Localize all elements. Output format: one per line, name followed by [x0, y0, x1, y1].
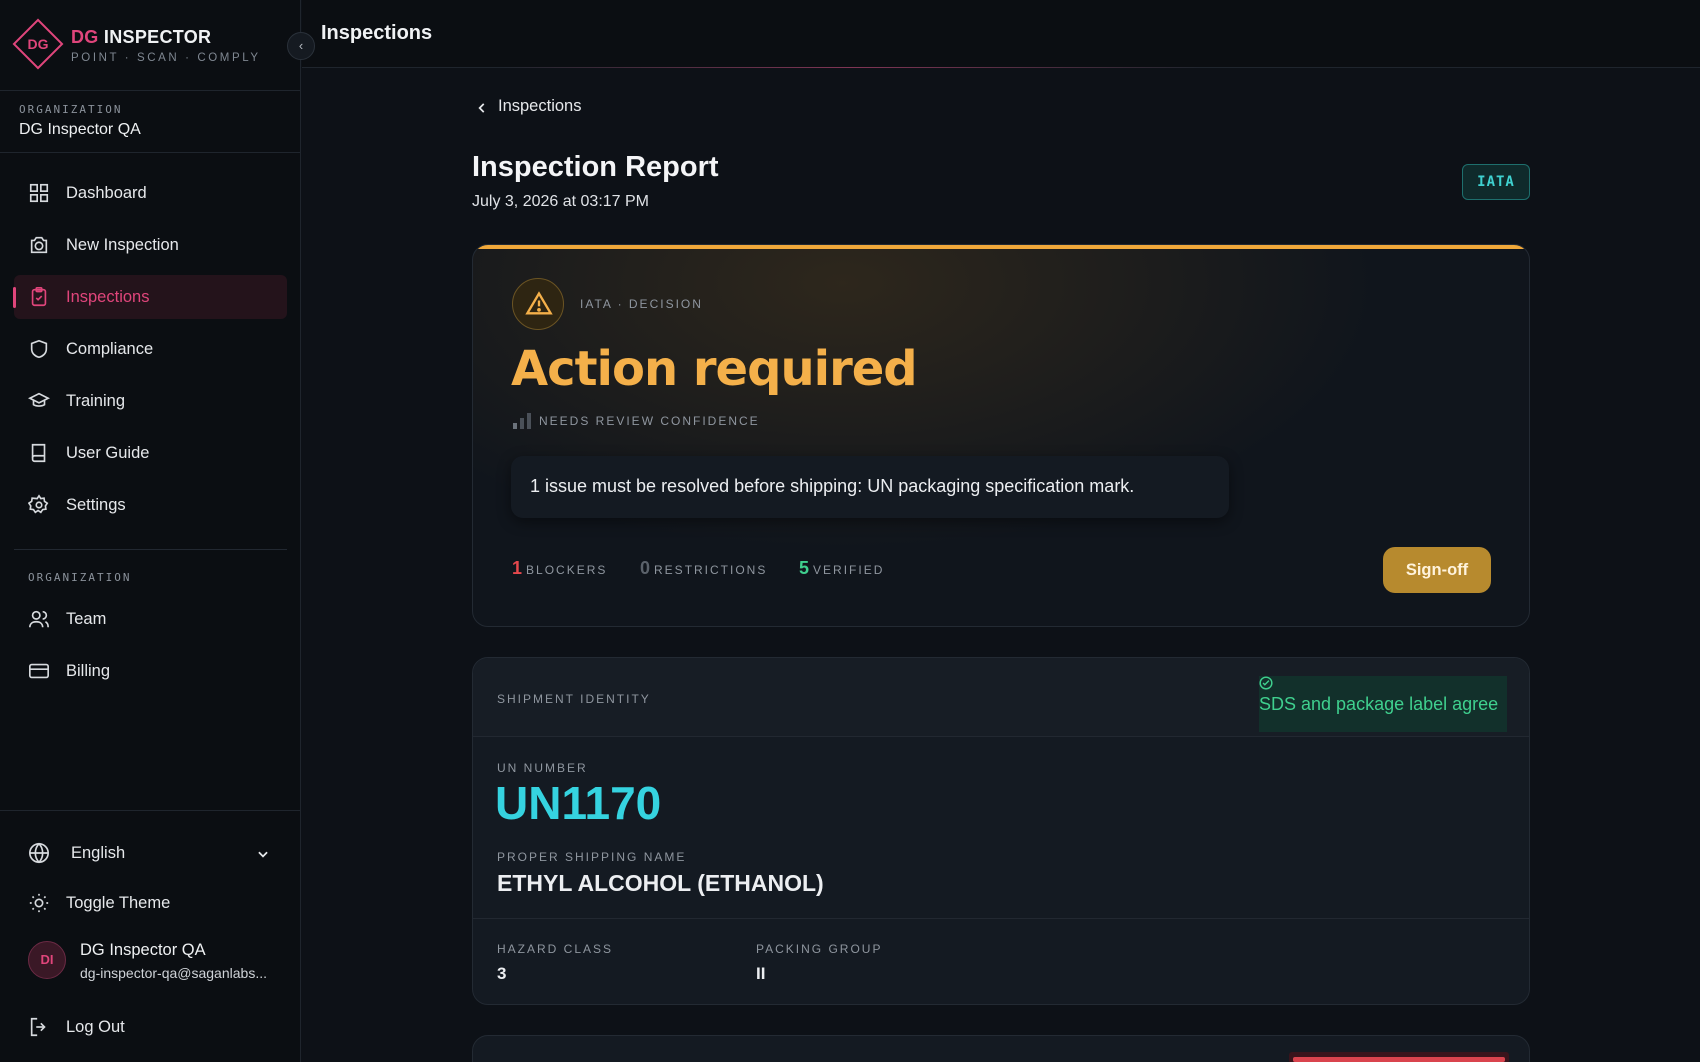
logout-label: Log Out — [66, 1018, 125, 1036]
shipment-identity-label: SHIPMENT IDENTITY — [497, 692, 651, 706]
breadcrumb-link[interactable]: Inspections — [498, 97, 581, 116]
shipment-identity-header: SHIPMENT IDENTITY SDS and package label … — [473, 658, 1529, 737]
issue-text: 1 issue must be resolved before shipping… — [530, 476, 1135, 496]
agreement-text: SDS and package label agree — [1259, 694, 1499, 714]
decision-label: IATA · DECISION — [580, 297, 703, 311]
chevron-left-icon — [478, 103, 485, 113]
globe-icon — [29, 842, 49, 864]
sidebar: DG DG INSPECTOR POINT · SCAN · COMPLY OR… — [0, 0, 301, 1062]
packing-group: II — [756, 964, 766, 983]
sidebar-item-training[interactable]: Training — [14, 379, 287, 423]
hazard-class: 3 — [497, 964, 507, 983]
logo-mark: DG — [27, 36, 49, 52]
report-date: July 3, 2026 at 03:17 PM — [472, 193, 649, 210]
sidebar-footer: English Toggle Theme DI DG Inspector QA … — [0, 810, 301, 1062]
toggle-theme-button[interactable]: Toggle Theme — [14, 881, 287, 925]
sidebar-item-user-guide[interactable]: User Guide — [14, 431, 287, 475]
user-name: DG Inspector QA — [80, 941, 206, 959]
sidebar-item-label: Compliance — [66, 340, 154, 358]
issue-summary: 1 issue must be resolved before shipping… — [511, 456, 1229, 518]
avatar[interactable]: DI — [28, 941, 66, 979]
organization-label: ORGANIZATION — [19, 103, 123, 116]
sidebar-item-label: Team — [66, 610, 107, 628]
regulation-badge: IATA — [1462, 164, 1530, 200]
confidence-label: NEEDS REVIEW CONFIDENCE — [539, 414, 760, 428]
sidebar-item-settings[interactable]: Settings — [14, 483, 287, 527]
sidebar-item-inspections[interactable]: Inspections — [13, 275, 287, 319]
sidebar-item-dashboard[interactable]: Dashboard — [14, 171, 287, 215]
sidebar-item-label: Billing — [66, 662, 111, 680]
restrictions-stat: 0 RESTRICTIONS — [640, 558, 768, 578]
sidebar-item-billing[interactable]: Billing — [14, 649, 287, 693]
warning-badge — [512, 278, 564, 330]
sidebar-item-compliance[interactable]: Compliance — [14, 327, 287, 371]
shield-icon — [30, 339, 48, 359]
blockers-stat: 1 BLOCKERS — [512, 558, 608, 578]
decision-title: Action required — [511, 341, 918, 397]
logout-button[interactable]: Log Out — [14, 1005, 287, 1049]
app-tagline: POINT · SCAN · COMPLY — [71, 52, 261, 64]
book-icon — [31, 443, 46, 463]
next-section-card — [472, 1035, 1530, 1062]
camera-icon — [30, 236, 48, 254]
organization-name: DG Inspector QA — [19, 121, 141, 138]
report-title: Inspection Report — [472, 151, 719, 183]
sidebar-item-label: Settings — [66, 496, 126, 514]
warning-icon — [525, 291, 553, 315]
users-icon — [29, 610, 49, 628]
credit-card-icon — [29, 663, 49, 679]
main-content: Inspections Inspection Report July 3, 20… — [302, 69, 1700, 1062]
decision-card: IATA · DECISION Action required NEEDS RE… — [472, 244, 1530, 627]
status-badge — [1289, 1052, 1509, 1062]
sidebar-item-team[interactable]: Team — [14, 597, 287, 641]
divider — [473, 918, 1529, 919]
language-select[interactable]: English — [14, 831, 287, 875]
page-title: Inspections — [321, 22, 433, 44]
logout-icon — [30, 1017, 46, 1037]
shipment-identity-card: SHIPMENT IDENTITY SDS and package label … — [472, 657, 1530, 1005]
collapse-sidebar-button[interactable]: ‹ — [287, 32, 315, 60]
organization-block: ORGANIZATION DG Inspector QA — [0, 91, 301, 153]
sidebar-item-label: Dashboard — [66, 184, 147, 202]
user-email: dg-inspector-qa@saganlabs... — [80, 965, 267, 981]
divider — [14, 549, 287, 550]
sun-icon — [29, 893, 49, 913]
grid-icon — [29, 183, 49, 203]
clipboard-check-icon — [31, 287, 47, 307]
toggle-theme-label: Toggle Theme — [66, 894, 171, 912]
sidebar-item-new-inspection[interactable]: New Inspection — [14, 223, 287, 267]
proper-shipping-name-label: PROPER SHIPPING NAME — [497, 850, 687, 864]
graduation-cap-icon — [28, 392, 50, 407]
sidebar-item-label: Inspections — [66, 288, 150, 306]
brand: DG DG INSPECTOR POINT · SCAN · COMPLY — [0, 0, 301, 91]
sidebar-item-label: Training — [66, 392, 125, 410]
agreement-badge: SDS and package label agree — [1259, 676, 1507, 732]
chevron-left-icon: ‹ — [298, 38, 304, 53]
gear-icon — [28, 494, 49, 514]
un-number-label: UN NUMBER — [497, 761, 588, 775]
language-label: English — [71, 844, 126, 862]
proper-shipping-name: ETHYL ALCOHOL (ETHANOL) — [497, 870, 824, 896]
organization-section-label: ORGANIZATION — [28, 571, 132, 584]
verified-stat: 5 VERIFIED — [799, 558, 885, 578]
packing-group-label: PACKING GROUP — [756, 942, 883, 956]
chevron-down-icon — [258, 851, 268, 858]
hazard-class-label: HAZARD CLASS — [497, 942, 614, 956]
un-number: UN1170 — [495, 777, 662, 829]
check-circle-icon — [1259, 676, 1273, 690]
sidebar-item-label: New Inspection — [66, 236, 179, 254]
signoff-button[interactable]: Sign-off — [1383, 547, 1491, 593]
sidebar-item-label: User Guide — [66, 444, 150, 462]
signal-bars-icon — [513, 413, 531, 429]
app-name: DG INSPECTOR — [71, 27, 212, 47]
topbar: Inspections — [302, 0, 1700, 68]
